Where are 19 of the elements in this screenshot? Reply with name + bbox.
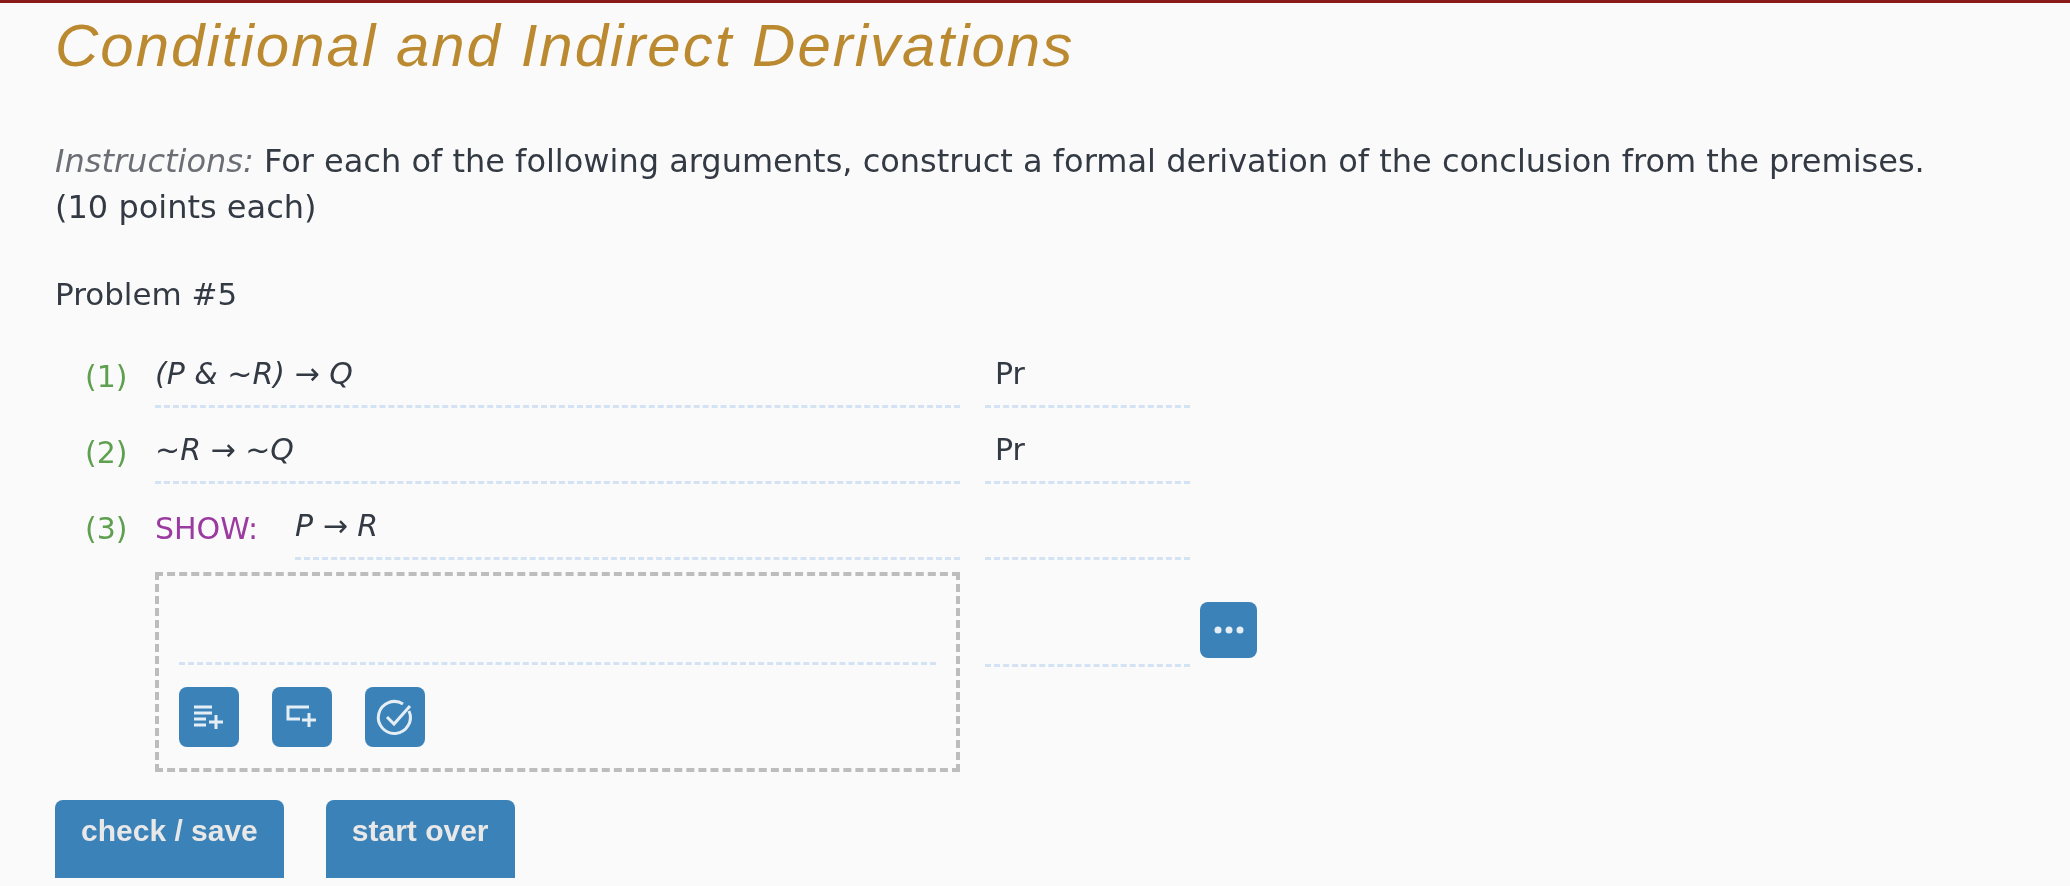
check-button[interactable] [365,687,425,747]
line-number: (3) [85,511,129,548]
page-title: Conditional and Indirect Derivations [55,11,1076,80]
formula-field[interactable]: (P & ~R) → Q [155,350,960,408]
problem-label: Problem #5 [55,276,239,312]
add-subproof-button[interactable] [272,687,332,747]
add-line-button[interactable] [179,687,239,747]
formula-field[interactable]: P → R [295,502,960,560]
show-keyword: SHOW: [155,511,260,548]
line-number: (1) [85,359,129,396]
instructions-text: Instructions: For each of the following arguments, construct a formal derivation of the conclusion from the premises. (10 points each) [55,141,1926,228]
more-button[interactable] [1200,602,1257,658]
check-circle-icon [375,697,415,737]
line-number: (2) [85,435,129,472]
formula-field[interactable]: ~R → ~Q [155,426,960,484]
justification-field[interactable]: Pr [985,350,1190,408]
ellipsis-icon [1213,626,1244,634]
add-line-icon [192,703,226,731]
justification-field[interactable]: Pr [985,426,1190,484]
